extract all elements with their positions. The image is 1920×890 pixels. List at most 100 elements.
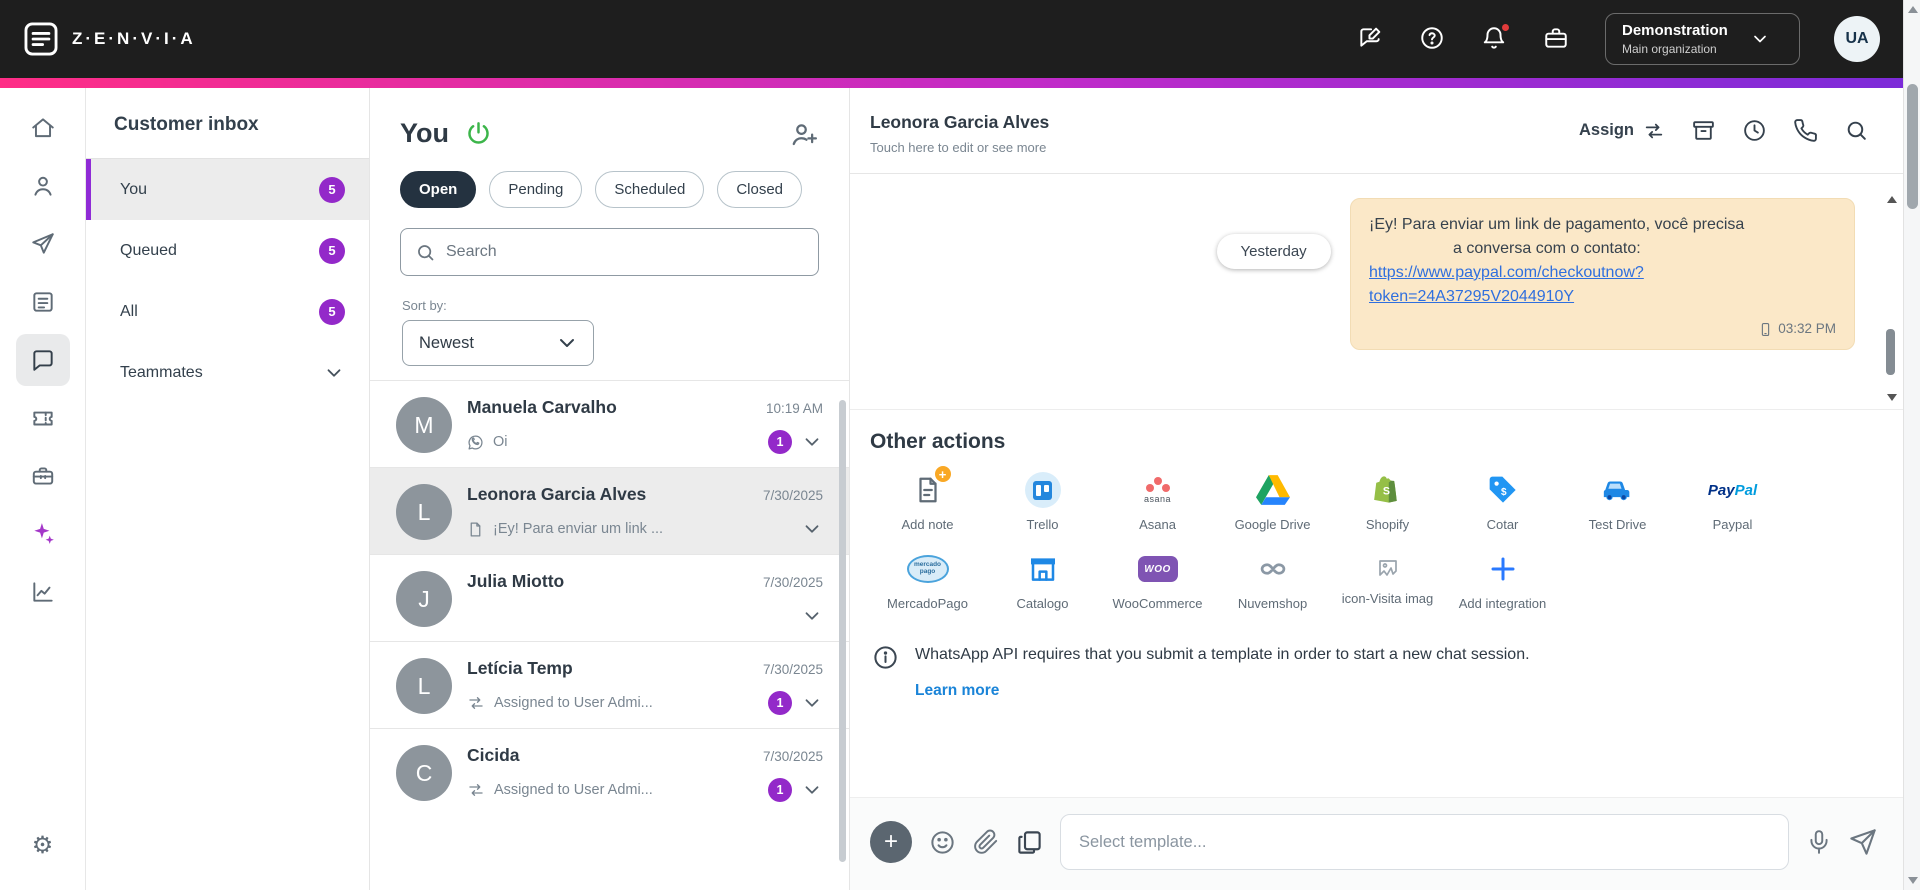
scroll-down-arrow[interactable] [1908,877,1918,884]
inbox-item-teammates[interactable]: Teammates [86,342,369,403]
conversation-row[interactable]: J Julia Miotto 7/30/2025 [370,554,849,641]
inbox-sidebar: Customer inbox You 5 Queued 5 All 5 Team… [86,88,370,890]
inbox-item-all[interactable]: All 5 [86,281,369,342]
scroll-up-arrow[interactable] [1908,6,1918,13]
zenvia-brand: Z·E·N·V·I·A [22,20,196,58]
composer-add-button[interactable]: + [870,821,912,863]
chevron-down-icon[interactable] [801,779,823,801]
filter-pending[interactable]: Pending [489,171,583,208]
sidebar-item-tickets[interactable] [16,392,70,444]
search-icon[interactable] [1844,118,1869,143]
list-scrollbar-thumb[interactable] [839,400,846,862]
send-icon[interactable] [1849,828,1877,856]
assign-button[interactable]: Assign [1579,120,1665,142]
message-composer: + [850,797,1903,890]
filter-open[interactable]: Open [400,171,477,208]
action-visita[interactable]: icon-Visita imag [1330,549,1445,612]
phone-icon[interactable] [1793,118,1818,143]
action-trello[interactable]: Trello [985,470,1100,533]
chevron-down-icon[interactable] [801,605,823,627]
sidebar-item-toolbox[interactable] [16,450,70,502]
conversation-row[interactable]: C Cicida 7/30/2025 Assigned to User Admi… [370,728,849,815]
action-catalogo[interactable]: Catalogo [985,549,1100,612]
conversation-time: 7/30/2025 [762,488,823,503]
conversation-time: 7/30/2025 [762,749,823,764]
workspace-briefcase-icon[interactable] [1543,25,1571,53]
sidebar-item-reports[interactable] [16,276,70,328]
sidebar-item-contacts[interactable] [16,160,70,212]
emoji-icon[interactable] [929,829,956,856]
new-conversation-icon[interactable] [1357,25,1385,53]
online-status-power-icon[interactable] [465,120,492,147]
action-woocommerce[interactable]: WOO WooCommerce [1100,549,1215,612]
inbox-item-you[interactable]: You 5 [86,159,369,220]
banner-text: WhatsApp API requires that you submit a … [915,645,1530,663]
chat-header[interactable]: Leonora Garcia Alves Touch here to edit … [850,88,1903,174]
sort-dropdown[interactable]: Newest [402,320,594,366]
action-add-integration[interactable]: Add integration [1445,549,1560,612]
scroll-down-arrow[interactable] [1887,394,1897,401]
filter-scheduled[interactable]: Scheduled [595,171,705,208]
car-icon [1601,470,1635,510]
organization-name: Demonstration [1622,22,1728,39]
sidebar-item-analytics[interactable] [16,566,70,618]
message-history[interactable]: ¡Ey! Para enviar um link de pagamento, v… [850,174,1903,410]
user-avatar[interactable]: UA [1834,16,1880,62]
payment-link[interactable]: https://www.paypal.com/checkoutnow? toke… [1369,261,1836,309]
other-actions-title: Other actions [870,430,1006,453]
action-add-note[interactable]: + Add note [870,466,985,533]
unread-count-badge: 1 [768,691,792,715]
conversation-row[interactable]: L Letícia Temp 7/30/2025 Assigned to Use… [370,641,849,728]
action-mercadopago[interactable]: mercado pago MercadoPago [870,549,985,612]
archive-icon[interactable] [1691,118,1716,143]
microphone-icon[interactable] [1806,829,1832,855]
conversation-row[interactable]: L Leonora Garcia Alves 7/30/2025 ¡Ey! Pa… [370,467,849,554]
paypal-icon: PayPal [1707,481,1758,499]
action-label: Trello [1026,517,1059,532]
contact-avatar: M [396,397,452,453]
template-icon[interactable] [1016,829,1043,856]
chevron-down-icon[interactable] [801,431,823,453]
action-nuvemshop[interactable]: Nuvemshop [1215,549,1330,612]
help-icon[interactable] [1419,25,1447,53]
organization-switcher[interactable]: Demonstration Main organization [1605,13,1800,65]
sidebar-item-settings[interactable]: ⚙ [16,820,70,872]
contact-name: Manuela Carvalho [467,397,617,417]
action-google-drive[interactable]: Google Drive [1215,470,1330,533]
chat-scrollbar[interactable] [1885,174,1897,409]
history-clock-icon[interactable] [1742,118,1767,143]
attachment-paperclip-icon[interactable] [973,829,999,855]
inbox-item-queued[interactable]: Queued 5 [86,220,369,281]
brand-name: Z·E·N·V·I·A [72,29,196,48]
template-select-input[interactable] [1060,814,1789,870]
action-label: Google Drive [1234,517,1311,532]
action-paypal[interactable]: PayPal Paypal [1675,470,1790,533]
broken-image-alt-text: icon-Visita imag [1341,591,1434,607]
mercadopago-icon: mercado pago [906,549,949,589]
search-input[interactable] [446,243,804,261]
scroll-up-arrow[interactable] [1887,196,1897,203]
conversation-row[interactable]: M Manuela Carvalho 10:19 AM Oi 1 [370,380,849,467]
learn-more-link[interactable]: Learn more [915,680,999,702]
filter-closed[interactable]: Closed [717,171,803,208]
sidebar-item-campaigns[interactable] [16,218,70,270]
notifications-bell-icon[interactable] [1481,22,1511,53]
chat-scrollbar-thumb[interactable] [1886,329,1895,375]
action-shopify[interactable]: S Shopify [1330,470,1445,533]
google-drive-icon [1255,470,1290,510]
chevron-down-icon[interactable] [801,692,823,714]
action-test-drive[interactable]: Test Drive [1560,470,1675,533]
add-teammate-icon[interactable] [789,119,819,149]
message-preview: Oi [493,434,508,450]
sidebar-item-home[interactable] [16,102,70,154]
chevron-down-icon[interactable] [801,518,823,540]
unread-count-badge: 1 [768,430,792,454]
action-label: Cotar [1486,517,1519,532]
sidebar-item-chats[interactable] [15,334,70,386]
contact-avatar: C [396,745,452,801]
action-asana[interactable]: asana Asana [1100,470,1215,533]
page-scrollbar-thumb[interactable] [1907,84,1918,209]
sidebar-item-ai[interactable] [16,508,70,560]
action-cotar[interactable]: $ Cotar [1445,470,1560,533]
page-scrollbar[interactable] [1903,0,1920,890]
